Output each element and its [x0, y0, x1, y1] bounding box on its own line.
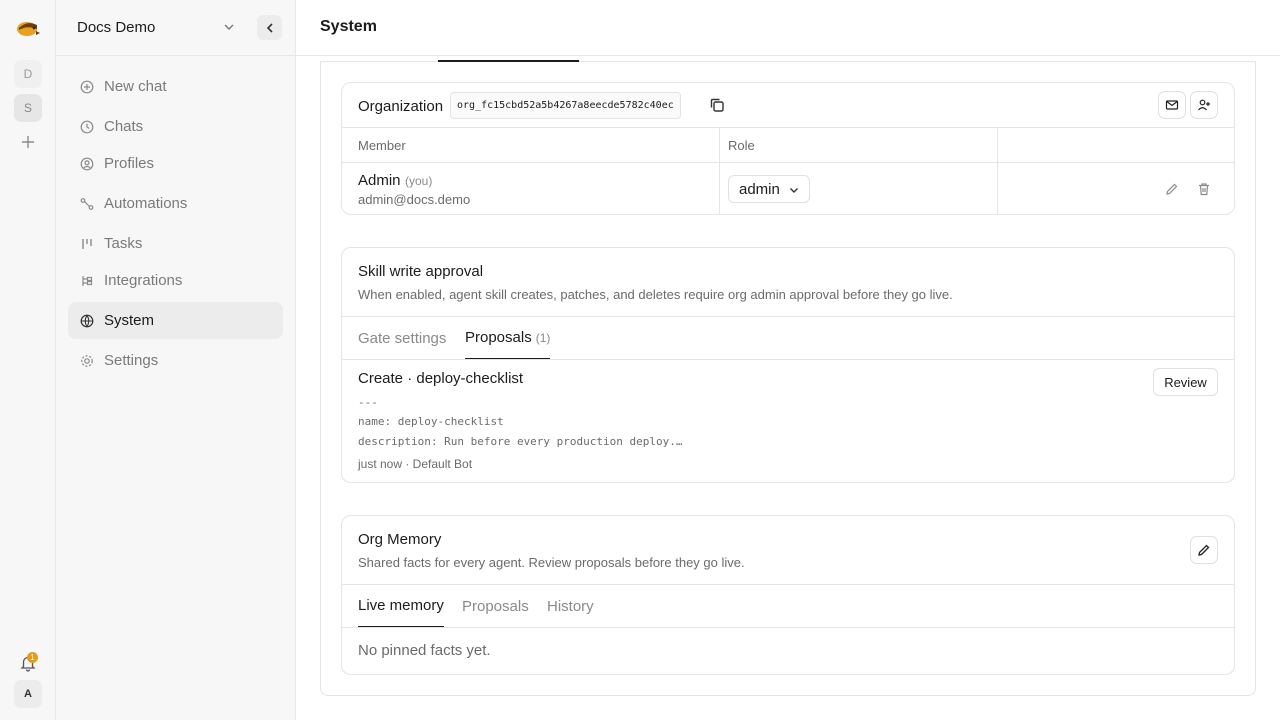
column-header-member: Member: [358, 138, 406, 153]
integrations-icon: [82, 275, 93, 286]
add-workspace-button[interactable]: [18, 132, 38, 152]
mail-icon: [1165, 100, 1179, 110]
proposal-meta: just now · Default Bot: [358, 457, 473, 471]
plus-icon: [22, 136, 34, 148]
organization-id[interactable]: org_fc15cbd52a5b4267a8eecde5782c40ec: [450, 92, 681, 119]
invite-by-email-button[interactable]: [1158, 91, 1186, 119]
column-header-role: Role: [728, 138, 755, 153]
sidebar-item-label: System: [104, 312, 155, 329]
clock-icon: [80, 120, 94, 133]
tasks-icon: [82, 238, 92, 249]
workflow-icon: [80, 197, 94, 210]
pencil-icon: [1198, 544, 1210, 556]
member-name: Admin: [358, 172, 401, 189]
page-header: System: [296, 0, 1280, 56]
review-button[interactable]: Review: [1153, 368, 1218, 396]
card-description: When enabled, agent skill creates, patch…: [358, 287, 953, 302]
proposal-code-line: ---: [358, 396, 378, 409]
sidebar-item-label: Profiles: [104, 155, 155, 172]
collapse-sidebar-button[interactable]: [257, 15, 282, 40]
tab-label: Proposals: [462, 598, 529, 615]
user-circle-icon: [80, 157, 94, 170]
role-select-value: admin: [739, 180, 780, 198]
sidebar-item-profiles[interactable]: Profiles: [68, 145, 283, 182]
sidebar: Docs Demo New chat Chats Profiles Automa…: [56, 0, 296, 720]
logo-icon[interactable]: [15, 16, 41, 40]
skill-approval-tabs: Gate settings Proposals (1): [342, 317, 1234, 360]
sidebar-item-label: Settings: [104, 352, 159, 369]
edit-memory-button[interactable]: [1190, 536, 1218, 564]
divider: [342, 359, 1234, 360]
chevron-down-icon[interactable]: [222, 20, 236, 34]
user-plus-icon: [1198, 99, 1210, 111]
sidebar-item-automations[interactable]: Automations: [68, 185, 283, 222]
workspace-switch-d[interactable]: D: [14, 60, 42, 88]
sidebar-item-label: Tasks: [104, 235, 143, 252]
skill-write-approval-card: Skill write approval When enabled, agent…: [341, 247, 1235, 483]
active-section-tab-indicator: [438, 60, 579, 62]
column-divider: [719, 127, 720, 215]
role-select[interactable]: admin: [728, 175, 810, 203]
notification-badge: 1: [27, 652, 38, 663]
card-title: Skill write approval: [358, 263, 484, 280]
trash-icon[interactable]: [1196, 181, 1212, 197]
sidebar-header: Docs Demo: [56, 0, 295, 56]
sidebar-item-settings[interactable]: Settings: [68, 342, 283, 379]
sidebar-item-label: Integrations: [104, 272, 183, 289]
plus-circle-icon: [80, 80, 94, 93]
sidebar-item-new-chat[interactable]: New chat: [68, 68, 283, 105]
sidebar-item-chats[interactable]: Chats: [68, 108, 283, 145]
sidebar-item-label: Chats: [104, 118, 144, 135]
copy-icon[interactable]: [708, 96, 726, 114]
member-email: admin@docs.demo: [358, 192, 471, 207]
org-memory-tabs: Live memory Proposals History: [342, 585, 1234, 628]
tab-gate-settings[interactable]: Gate settings: [358, 317, 446, 360]
divider: [342, 627, 1234, 628]
column-divider: [997, 127, 998, 215]
sidebar-item-integrations[interactable]: Integrations: [68, 262, 283, 299]
add-member-button[interactable]: [1190, 91, 1218, 119]
user-avatar[interactable]: A: [14, 680, 42, 708]
tab-proposals[interactable]: Proposals: [462, 585, 529, 628]
proposal-code-line: description: Run before every production…: [358, 435, 683, 448]
empty-state-text: No pinned facts yet.: [358, 642, 491, 659]
workspace-switch-s[interactable]: S: [14, 94, 42, 122]
member-you-tag: (you): [405, 174, 433, 188]
sidebar-item-label: New chat: [104, 78, 167, 95]
sidebar-item-label: Automations: [104, 195, 188, 212]
tab-label: History: [547, 598, 594, 615]
tab-history[interactable]: History: [547, 585, 594, 628]
tab-label: Proposals: [465, 329, 532, 346]
tab-label: Live memory: [358, 597, 444, 614]
tab-count: (1): [535, 330, 551, 345]
workspace-rail: D S 1 A: [0, 0, 56, 720]
tab-proposals[interactable]: Proposals (1): [465, 317, 551, 360]
chevron-left-icon: [266, 22, 273, 33]
org-memory-card: Org Memory Shared facts for every agent.…: [341, 515, 1235, 675]
members-table-header: Member Role: [342, 127, 1234, 163]
organization-label: Organization: [358, 98, 444, 115]
workspace-name[interactable]: Docs Demo: [77, 19, 155, 36]
sidebar-item-tasks[interactable]: Tasks: [68, 225, 283, 262]
sidebar-item-system[interactable]: System: [68, 302, 283, 339]
gear-icon: [81, 354, 93, 367]
pencil-icon[interactable]: [1164, 181, 1180, 197]
card-title: Org Memory: [358, 531, 442, 548]
proposal-title: Create · deploy-checklist: [358, 370, 524, 387]
globe-icon: [80, 314, 94, 327]
organization-card: Organization org_fc15cbd52a5b4267a8eecde…: [341, 82, 1235, 215]
tab-label: Gate settings: [358, 330, 447, 347]
page-title: System: [320, 18, 377, 35]
chevron-down-icon: [790, 188, 798, 193]
card-description: Shared facts for every agent. Review pro…: [358, 555, 745, 570]
tab-live-memory[interactable]: Live memory: [358, 585, 444, 628]
proposal-code-line: name: deploy-checklist: [358, 415, 504, 428]
